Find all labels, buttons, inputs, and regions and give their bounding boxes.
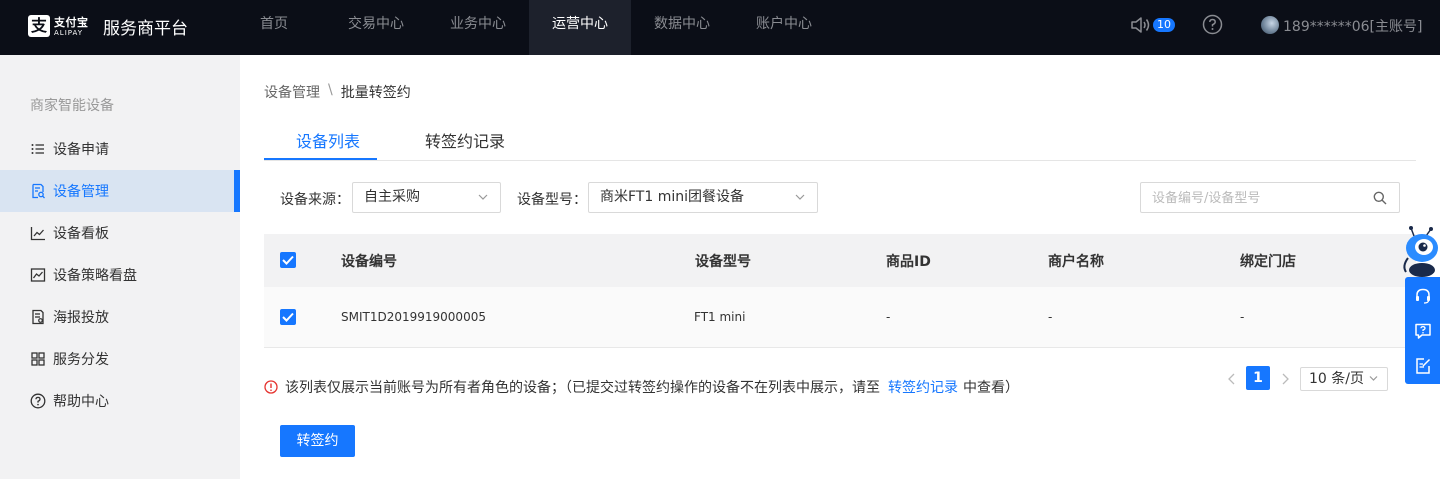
notice: 该列表仅展示当前账号为所有者角色的设备；（已提交过转签约操作的设备不在列表中展示… — [264, 377, 1019, 397]
nav-item-business[interactable]: 业务中心 — [427, 0, 529, 49]
column-header-device-no: 设备编号 — [341, 254, 397, 270]
breadcrumb-parent[interactable]: 设备管理 — [264, 82, 320, 102]
sidebar: 商家智能设备 设备申请 设备管理 设备看板 设备策略看盘 海报投放 服务分发 帮… — [0, 55, 240, 479]
next-page-icon[interactable] — [1280, 373, 1290, 385]
notification-badge[interactable]: 10 — [1153, 18, 1175, 32]
search-icon[interactable] — [1373, 191, 1387, 205]
logo-text-cn: 支付宝 — [54, 16, 89, 29]
resign-button[interactable]: 转签约 — [280, 425, 355, 457]
cell-bound-store: - — [1240, 310, 1245, 324]
help-circle-icon[interactable] — [1202, 14, 1223, 35]
sidebar-item-label: 设备申请 — [53, 142, 109, 158]
line-chart-icon — [30, 227, 45, 241]
document-search-icon — [32, 183, 45, 199]
check-icon — [282, 255, 294, 265]
sidebar-item-device-manage[interactable]: 设备管理 — [0, 170, 240, 212]
prev-page-icon[interactable] — [1227, 373, 1237, 385]
notice-text-end: 中查看） — [963, 380, 1019, 396]
account-name[interactable]: 189******06[主账号] — [1283, 16, 1422, 36]
tab-resign-records[interactable]: 转签约记录 — [425, 128, 505, 152]
nav-item-account[interactable]: 账户中心 — [733, 0, 835, 49]
sidebar-item-label: 设备策略看盘 — [53, 268, 137, 284]
sidebar-item-label: 设备管理 — [53, 184, 109, 200]
table-row[interactable]: SMIT1D2019919000005 FT1 mini - - - — [264, 287, 1416, 348]
chevron-down-icon — [795, 194, 805, 200]
breadcrumb: 设备管理 \ 批量转签约 — [264, 82, 411, 102]
page-number-current[interactable]: 1 — [1246, 366, 1270, 390]
sidebar-item-strategy-board[interactable]: 设备策略看盘 — [0, 254, 240, 296]
mascot-icon[interactable] — [1398, 226, 1440, 278]
breadcrumb-separator: \ — [328, 82, 333, 98]
tab-bar: 设备列表 转签约记录 — [264, 120, 1416, 161]
notice-text: 该列表仅展示当前账号为所有者角色的设备；（已提交过转签约操作的设备不在列表中展示… — [285, 380, 880, 396]
model-select-value: 商米FT1 mini团餐设备 — [600, 189, 745, 205]
source-filter-label: 设备来源： — [280, 192, 350, 208]
column-header-product-id: 商品ID — [886, 254, 931, 270]
page-size-select[interactable]: 10 条/页 — [1300, 367, 1388, 391]
check-icon — [282, 312, 294, 322]
table-header: 设备编号 设备型号 商品ID 商户名称 绑定门店 — [264, 234, 1416, 287]
edit-note-icon[interactable] — [1414, 357, 1432, 375]
floating-toolbar — [1405, 277, 1440, 384]
tab-device-list[interactable]: 设备列表 — [296, 128, 360, 152]
alipay-logo-mark: 支 — [28, 15, 50, 37]
page-size-value: 10 条/页 — [1309, 371, 1364, 387]
area-chart-icon — [30, 268, 46, 282]
nav-item-operations[interactable]: 运营中心 — [529, 0, 631, 55]
document-icon — [32, 309, 44, 325]
column-header-device-model: 设备型号 — [695, 254, 751, 270]
feedback-question-icon[interactable] — [1414, 322, 1432, 340]
sidebar-item-device-apply[interactable]: 设备申请 — [0, 128, 240, 170]
resign-records-link[interactable]: 转签约记录 — [888, 377, 958, 397]
model-select[interactable]: 商米FT1 mini团餐设备 — [588, 182, 818, 213]
nav-item-data[interactable]: 数据中心 — [631, 0, 733, 49]
nav-item-home[interactable]: 首页 — [223, 0, 325, 49]
help-circle-icon — [30, 393, 46, 409]
cell-product-id: - — [886, 310, 891, 324]
column-header-merchant-name: 商户名称 — [1048, 254, 1104, 270]
sidebar-item-label: 设备看板 — [53, 226, 109, 242]
sidebar-title: 商家智能设备 — [30, 98, 114, 114]
sidebar-item-label: 服务分发 — [53, 352, 109, 368]
sidebar-item-label: 帮助中心 — [53, 394, 109, 410]
top-navigation-bar: 支 支付宝 ALIPAY 服务商平台 首页 交易中心 业务中心 运营中心 数据中… — [0, 0, 1440, 55]
breadcrumb-current: 批量转签约 — [340, 85, 411, 101]
select-all-checkbox[interactable] — [280, 252, 296, 268]
source-select[interactable]: 自主采购 — [352, 182, 501, 213]
source-select-value: 自主采购 — [364, 189, 420, 205]
search-input[interactable] — [1152, 188, 1362, 208]
grid-icon — [31, 352, 45, 366]
avatar[interactable] — [1261, 16, 1279, 34]
row-checkbox[interactable] — [280, 309, 296, 325]
alipay-logo[interactable]: 支 支付宝 ALIPAY — [28, 13, 92, 39]
speaker-icon[interactable] — [1130, 15, 1152, 35]
sidebar-item-service-distribution[interactable]: 服务分发 — [0, 338, 240, 380]
tab-active-indicator — [264, 158, 377, 160]
column-header-bound-store: 绑定门店 — [1240, 254, 1296, 270]
device-table: 设备编号 设备型号 商品ID 商户名称 绑定门店 SMIT1D201991900… — [264, 234, 1416, 348]
cell-device-no: SMIT1D2019919000005 — [341, 310, 486, 324]
nav-item-trade[interactable]: 交易中心 — [325, 0, 427, 49]
cell-merchant-name: - — [1048, 310, 1053, 324]
sidebar-item-label: 海报投放 — [53, 310, 109, 326]
chevron-down-icon — [478, 194, 488, 200]
customer-service-icon[interactable] — [1414, 287, 1432, 305]
model-filter-label: 设备型号： — [517, 192, 587, 208]
sidebar-item-poster[interactable]: 海报投放 — [0, 296, 240, 338]
warning-circle-icon — [264, 380, 278, 394]
main-nav: 首页 交易中心 业务中心 运营中心 数据中心 账户中心 — [223, 0, 835, 55]
logo-text-en: ALIPAY — [54, 29, 84, 37]
list-icon — [31, 144, 44, 154]
search-box — [1140, 182, 1400, 213]
sidebar-item-device-dashboard[interactable]: 设备看板 — [0, 212, 240, 254]
cell-device-model: FT1 mini — [694, 310, 746, 324]
platform-name: 服务商平台 — [103, 19, 188, 39]
sidebar-item-help-center[interactable]: 帮助中心 — [0, 380, 240, 422]
chevron-down-icon — [1369, 376, 1378, 381]
